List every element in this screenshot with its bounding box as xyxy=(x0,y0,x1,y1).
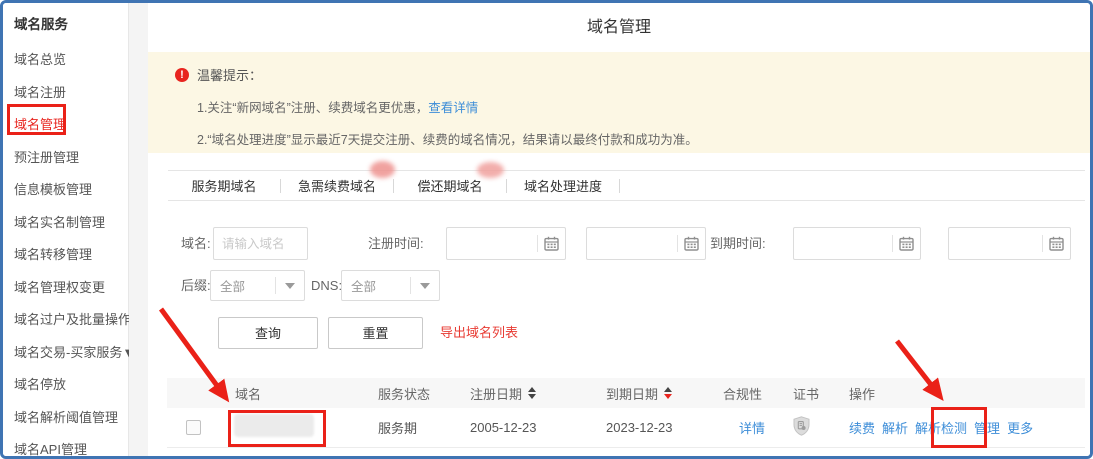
column-header-certificate: 证书 xyxy=(793,384,849,403)
sidebar-item-trade-buyer[interactable]: 域名交易-买家服务▼ xyxy=(3,337,128,370)
reg-date-to-input[interactable] xyxy=(587,237,677,251)
dns-select[interactable]: 全部 xyxy=(341,270,440,301)
suffix-select-value: 全部 xyxy=(211,276,275,295)
column-header-status: 服务状态 xyxy=(378,384,470,403)
sidebar-item-overview[interactable]: 域名总览 xyxy=(3,44,128,77)
input-divider xyxy=(537,235,538,252)
sidebar-gutter xyxy=(129,3,148,456)
chevron-down-icon xyxy=(285,283,295,289)
domain-management-page: 域名服务 域名总览 域名注册 域名管理 预注册管理 信息模板管理 域名实名制管理… xyxy=(0,0,1093,459)
certificate-shield-icon xyxy=(793,416,810,439)
action-renew[interactable]: 续费 xyxy=(849,418,875,437)
row-checkbox[interactable] xyxy=(186,420,201,435)
notice-line-1: 1.关注“新网域名”注册、续费域名更优惠，查看详情 xyxy=(197,97,1070,116)
sidebar-item-preregister[interactable]: 预注册管理 xyxy=(3,142,128,175)
input-divider xyxy=(892,235,893,252)
input-divider xyxy=(410,277,411,294)
domain-filter-label: 域名: xyxy=(181,227,211,260)
sidebar-item-dns-threshold[interactable]: 域名解析阈值管理 xyxy=(3,402,128,435)
table-header-row: 域名 服务状态 注册日期 到期日期 合规性 证书 操作 xyxy=(167,378,1085,408)
actions-cell: 续费 解析 解析检测 管理 更多 xyxy=(849,418,1085,437)
sidebar-item-ownership-batch[interactable]: 域名过户及批量操作 xyxy=(3,304,128,337)
tab-bar: 服务期域名 急需续费域名 偿还期域名 域名处理进度 xyxy=(168,170,1085,201)
column-header-domain: 域名 xyxy=(235,384,378,403)
column-header-expire-date-label: 到期日期 xyxy=(606,384,658,403)
sidebar-item-parking[interactable]: 域名停放 xyxy=(3,369,128,402)
sort-icon-reg-date[interactable] xyxy=(528,387,536,399)
input-divider xyxy=(275,277,276,294)
reg-date-cell: 2005-12-23 xyxy=(470,420,606,435)
sidebar-item-info-template[interactable]: 信息模板管理 xyxy=(3,174,128,207)
status-cell: 服务期 xyxy=(378,418,470,437)
reset-button[interactable]: 重置 xyxy=(328,317,423,349)
calendar-icon[interactable] xyxy=(684,236,699,251)
page-title: 域名管理 xyxy=(148,3,1090,52)
column-header-compliance: 合规性 xyxy=(723,384,793,403)
domain-search-box xyxy=(213,227,308,260)
tab-urgent-renew[interactable]: 急需续费域名 xyxy=(281,176,393,195)
reg-date-to-box xyxy=(586,227,706,260)
action-more[interactable]: 更多 xyxy=(1007,418,1033,437)
tab-progress[interactable]: 域名处理进度 xyxy=(507,176,619,195)
query-button[interactable]: 查询 xyxy=(218,317,318,349)
column-header-actions: 操作 xyxy=(849,384,1085,403)
expire-date-to-input[interactable] xyxy=(949,237,1042,251)
tab-redemption[interactable]: 偿还期域名 xyxy=(394,176,506,195)
domain-table: 域名 服务状态 注册日期 到期日期 合规性 证书 操作 服务期 2005-12-… xyxy=(167,378,1085,448)
action-resolve-check[interactable]: 解析检测 xyxy=(915,418,967,437)
alert-icon: ! xyxy=(175,68,189,82)
reg-date-from-box xyxy=(446,227,566,260)
export-domain-list-link[interactable]: 导出域名列表 xyxy=(440,317,518,349)
filter-row-2: 后缀: 全部 DNS: 全部 xyxy=(148,270,1090,301)
sidebar-list: 域名总览 域名注册 域名管理 预注册管理 信息模板管理 域名实名制管理 域名转移… xyxy=(3,44,128,459)
reg-date-from-input[interactable] xyxy=(447,237,537,251)
dns-select-value: 全部 xyxy=(342,276,410,295)
expire-date-from-box xyxy=(793,227,921,260)
sidebar-header: 域名服务 xyxy=(3,3,128,29)
reg-time-filter-label: 注册时间: xyxy=(368,227,424,260)
notice-banner: ! 温馨提示： 1.关注“新网域名”注册、续费域名更优惠，查看详情 2.“域名处… xyxy=(148,52,1090,153)
expire-date-to-box xyxy=(948,227,1071,260)
sidebar-item-api[interactable]: 域名API管理 xyxy=(3,434,128,459)
notice-line-1-text: 1.关注“新网域名”注册、续费域名更优惠， xyxy=(197,101,428,115)
compliance-details-link[interactable]: 详情 xyxy=(739,421,765,436)
sidebar-item-manage[interactable]: 域名管理 xyxy=(3,109,128,142)
calendar-icon[interactable] xyxy=(1049,236,1064,251)
expire-time-filter-label: 到期时间: xyxy=(710,227,766,260)
sidebar: 域名服务 域名总览 域名注册 域名管理 预注册管理 信息模板管理 域名实名制管理… xyxy=(3,3,129,456)
suffix-select[interactable]: 全部 xyxy=(210,270,305,301)
column-header-expire-date: 到期日期 xyxy=(606,384,723,403)
expire-date-cell: 2023-12-23 xyxy=(606,420,723,435)
input-divider xyxy=(1042,235,1043,252)
domain-search-input[interactable] xyxy=(214,237,307,251)
tab-divider xyxy=(619,179,620,193)
sidebar-item-mgmt-right-change[interactable]: 域名管理权变更 xyxy=(3,272,128,305)
sidebar-item-transfer[interactable]: 域名转移管理 xyxy=(3,239,128,272)
sidebar-item-realname[interactable]: 域名实名制管理 xyxy=(3,207,128,240)
column-header-reg-date: 注册日期 xyxy=(470,384,606,403)
tab-service-period[interactable]: 服务期域名 xyxy=(168,176,280,195)
action-manage[interactable]: 管理 xyxy=(974,418,1000,437)
calendar-icon[interactable] xyxy=(899,236,914,251)
dns-filter-label: DNS: xyxy=(311,270,342,301)
view-details-link[interactable]: 查看详情 xyxy=(428,101,478,115)
notice-title: 温馨提示： xyxy=(197,65,262,84)
main-content: 域名管理 ! 温馨提示： 1.关注“新网域名”注册、续费域名更优惠，查看详情 2… xyxy=(148,3,1090,456)
input-divider xyxy=(677,235,678,252)
table-row: 服务期 2005-12-23 2023-12-23 详情 续费 解析 解析检测 … xyxy=(167,408,1085,448)
sort-icon-expire-date[interactable] xyxy=(664,387,672,399)
sidebar-item-register[interactable]: 域名注册 xyxy=(3,77,128,110)
filter-row-1: 域名: 注册时间: 到期时间: xyxy=(148,227,1090,260)
filter-row-3: 查询 重置 导出域名列表 xyxy=(148,317,1090,349)
chevron-down-icon xyxy=(420,283,430,289)
calendar-icon[interactable] xyxy=(544,236,559,251)
notice-line-2: 2.“域名处理进度”显示最近7天提交注册、续费的域名情况，结果请以最终付款和成功… xyxy=(197,129,1070,148)
expire-date-from-input[interactable] xyxy=(794,237,892,251)
action-resolve[interactable]: 解析 xyxy=(882,418,908,437)
column-header-reg-date-label: 注册日期 xyxy=(470,384,522,403)
suffix-filter-label: 后缀: xyxy=(181,270,211,301)
